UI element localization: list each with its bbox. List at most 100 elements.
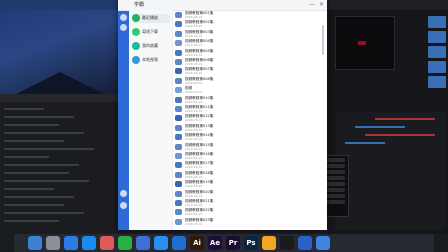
close-button[interactable]: ✕	[319, 2, 324, 8]
video-thumbnail-icon	[175, 96, 182, 103]
timeline-track[interactable]	[345, 142, 385, 144]
sketch-icon[interactable]	[262, 236, 276, 250]
list-item[interactable]: 视频教程第005集 2020-03-01	[173, 49, 323, 58]
sidebar-item[interactable]: 我的收藏	[132, 42, 170, 51]
sidebar-item[interactable]: 离线下载	[132, 28, 170, 37]
list-item[interactable]: 视频教程第011集 2020-03-01	[173, 105, 323, 114]
timeline-track[interactable]	[375, 118, 435, 120]
editor-toolbar[interactable]	[327, 0, 448, 10]
video-thumbnail-icon	[175, 40, 182, 47]
video-thumbnail-icon	[175, 218, 182, 225]
folder-icon[interactable]	[428, 61, 446, 73]
ps-icon[interactable]: Ps	[244, 236, 258, 250]
sidebar-item[interactable]: 本地视频	[132, 56, 170, 65]
layer-row[interactable]	[4, 132, 84, 134]
list-item[interactable]: 视频教程第014集 2020-03-01	[173, 133, 323, 142]
list-item[interactable]: 视频教程第018集 2020-03-01	[173, 171, 323, 180]
pr-icon[interactable]: Pr	[226, 236, 240, 250]
qq-icon[interactable]	[154, 236, 168, 250]
xcode-icon[interactable]	[172, 236, 186, 250]
folder-icon[interactable]	[428, 46, 446, 58]
list-item-subtitle: 2020-03-01	[185, 62, 203, 66]
list-item-subtitle: 2020-03-01	[185, 99, 203, 104]
list-item[interactable]: 视频教程第001集 2020-03-01	[173, 11, 323, 20]
timeline-track[interactable]	[365, 134, 435, 136]
layer-row[interactable]	[4, 124, 59, 126]
editor-left-panel	[0, 94, 120, 234]
menu-icon[interactable]	[120, 202, 127, 209]
list-icon[interactable]	[120, 24, 127, 31]
list-item[interactable]: 视频教程第008集 2020-03-01	[173, 77, 323, 86]
layer-row[interactable]	[4, 196, 74, 198]
ai-icon[interactable]: Ai	[190, 236, 204, 250]
list-item[interactable]: 视频教程第003集 2020-03-01	[173, 30, 323, 39]
video-thumbnail-icon	[175, 209, 182, 216]
layer-row[interactable]	[4, 180, 89, 182]
wechat-icon[interactable]	[118, 236, 132, 250]
list-item-subtitle: 2020-03-01	[185, 52, 203, 57]
app-window: 学霸 — ✕ 最近播放 离线下载 我的收藏 本地视频 视频教程第001集 2020-03…	[118, 0, 327, 230]
finder-icon[interactable]	[28, 236, 42, 250]
list-item-subtitle: 2020-03-01	[185, 156, 203, 160]
list-item[interactable]: 视频教程第023集 2020-03-01	[173, 218, 323, 227]
launchpad-icon[interactable]	[46, 236, 60, 250]
folder-icon[interactable]	[428, 76, 446, 88]
home-icon[interactable]	[120, 14, 127, 21]
video-thumbnail-icon	[175, 59, 182, 65]
layer-row[interactable]	[4, 116, 74, 118]
list-item-subtitle: 2020-03-01	[185, 90, 203, 95]
list-item-subtitle: 2020-03-01	[185, 212, 203, 217]
list-item-subtitle: 2020-03-01	[185, 184, 203, 189]
list-item[interactable]: 视频教程第006集 2020-03-01	[173, 58, 323, 67]
layer-row[interactable]	[4, 220, 59, 222]
list-item[interactable]: 视频教程第004集 2020-03-01	[173, 39, 323, 48]
app-icon[interactable]	[280, 236, 294, 250]
ae-icon[interactable]: Ae	[208, 236, 222, 250]
layer-row[interactable]	[4, 204, 64, 206]
list-item[interactable]: 视频教程第022集 2020-03-01	[173, 208, 323, 217]
appstore-icon[interactable]	[82, 236, 96, 250]
settings-icon[interactable]	[120, 190, 127, 197]
minimize-button[interactable]: —	[309, 2, 315, 8]
folder-icon[interactable]	[428, 16, 446, 28]
folder-icon[interactable]	[428, 31, 446, 43]
list-item[interactable]: 视频教程第021集 2020-03-01	[173, 199, 323, 208]
desktop-folder-icons[interactable]	[428, 16, 446, 96]
layer-row[interactable]	[4, 164, 79, 166]
list-item[interactable]: 视频 2020-03-01	[173, 86, 323, 95]
list-item[interactable]: 视频教程第010集 2020-03-01	[173, 96, 323, 105]
safari-icon[interactable]	[64, 236, 78, 250]
list-item[interactable]: 视频教程第013集 2020-03-01	[173, 124, 323, 133]
video-thumbnail-icon	[175, 49, 182, 56]
list-item[interactable]: 视频教程第019集 2020-03-01	[173, 180, 323, 189]
list-item[interactable]: 视频教程第015集 2020-03-01	[173, 143, 323, 152]
list-item[interactable]: 视频教程第016集 2020-03-01	[173, 152, 323, 161]
composition-preview[interactable]	[335, 16, 395, 70]
video-thumbnail-icon	[175, 77, 182, 84]
video-thumbnail-icon	[175, 124, 182, 131]
list-item[interactable]: 视频教程第020集 2020-03-01	[173, 190, 323, 199]
baidu-icon[interactable]	[136, 236, 150, 250]
list-item[interactable]: 视频教程第017集 2020-03-01	[173, 161, 323, 170]
list-item[interactable]: 视频教程第007集 2020-03-01	[173, 67, 323, 76]
app2-icon[interactable]	[298, 236, 312, 250]
layer-row[interactable]	[4, 188, 54, 190]
sidebar-item[interactable]: 最近播放	[132, 14, 170, 23]
layer-row[interactable]	[4, 108, 44, 110]
app3-icon[interactable]	[316, 236, 330, 250]
timeline-panel[interactable]	[335, 112, 445, 230]
timeline-track[interactable]	[355, 126, 405, 128]
layer-row[interactable]	[4, 212, 84, 214]
sidebar-item-label: 离线下载	[142, 29, 158, 34]
layer-row[interactable]	[4, 148, 94, 150]
layer-row[interactable]	[4, 156, 49, 158]
video-thumbnail-icon	[175, 115, 182, 122]
photos-icon[interactable]	[100, 236, 114, 250]
category-icon	[132, 14, 140, 22]
editor-panel-tabs[interactable]	[0, 94, 120, 102]
layer-row[interactable]	[4, 140, 64, 142]
list-item[interactable]: 视频教程第002集 2020-03-01	[173, 20, 323, 29]
video-thumbnail-icon	[175, 68, 182, 75]
layer-row[interactable]	[4, 172, 69, 174]
list-item[interactable]: 视频教程第012集 2020-03-01	[173, 114, 323, 123]
